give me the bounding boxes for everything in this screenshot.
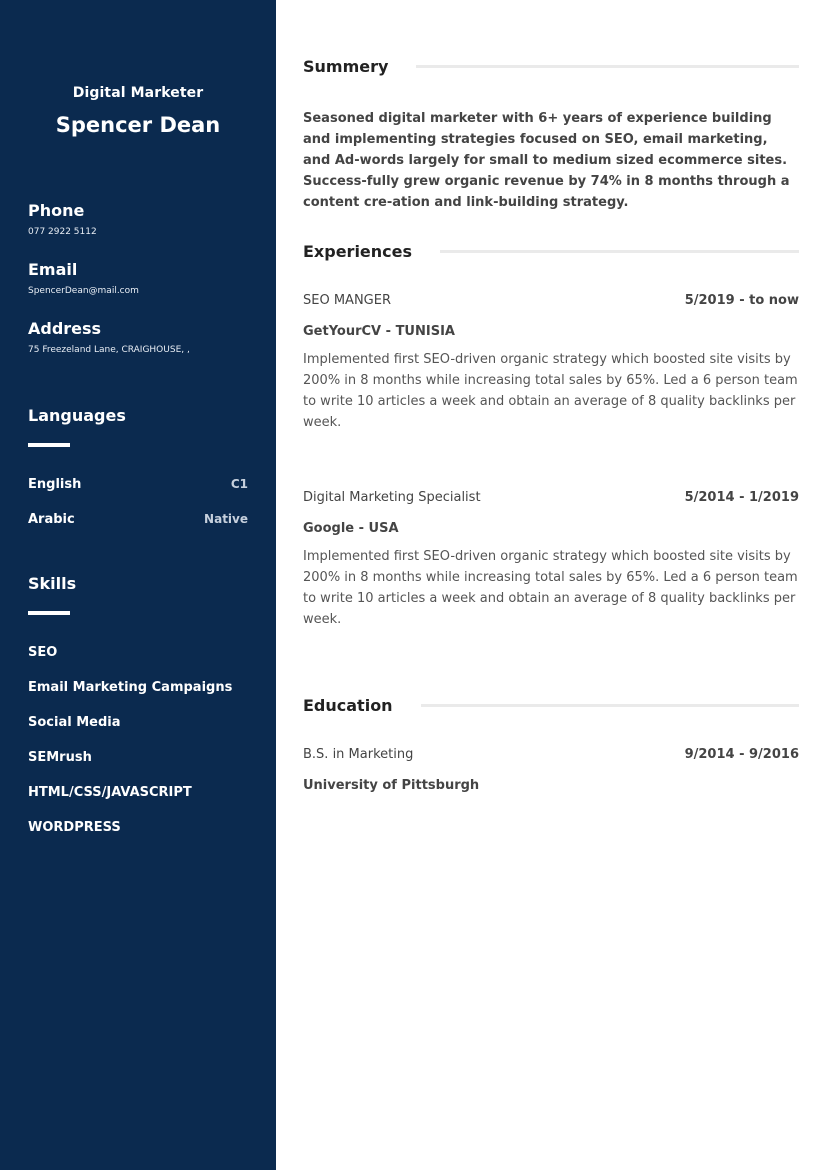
section-divider (440, 250, 799, 253)
section-divider (420, 704, 799, 707)
experiences-header: Experiences (303, 242, 799, 261)
experience-org: GetYourCV - TUNISIA (303, 324, 455, 339)
job-title: Digital Marketer (72, 85, 204, 101)
skills-list: SEO Email Marketing Campaigns Social Med… (28, 645, 232, 855)
experience-role: SEO MANGER (303, 293, 391, 308)
phone-value: 077 2922 5112 (28, 227, 97, 237)
experience-dates: 5/2019 - to now (684, 293, 799, 308)
language-level: C1 (230, 477, 248, 491)
experience-desc: Implemented first SEO-driven organic str… (303, 549, 798, 627)
summary-title: Summery (303, 57, 389, 76)
skill-item: Email Marketing Campaigns (28, 680, 233, 695)
experience-org: Google - USA (303, 521, 399, 536)
education-entry: B.S. in Marketing 9/2014 - 9/2016 Univer… (303, 747, 799, 793)
summary-text: Seasoned digital marketer with 6+ years … (303, 111, 790, 210)
skills-underline (28, 611, 70, 615)
education-title: Education (303, 696, 393, 715)
education-dates: 9/2014 - 9/2016 (684, 747, 799, 762)
skill-item: HTML/CSS/JAVASCRIPT (28, 785, 192, 800)
experience-desc: Implemented first SEO-driven organic str… (303, 352, 798, 430)
experience-dates: 5/2014 - 1/2019 (684, 490, 799, 505)
languages-underline (28, 443, 70, 447)
skill-item: SEO (28, 645, 58, 660)
skill-item: Social Media (28, 715, 121, 730)
language-item: English C1 (28, 477, 248, 492)
language-name: Arabic (28, 512, 75, 527)
address-value: 75 Freezeland Lane, CRAIGHOUSE, , (28, 345, 190, 355)
contact-phone: Phone 077 2922 5112 (28, 201, 97, 237)
language-item: Arabic Native (28, 512, 248, 527)
summary-header: Summery (303, 57, 799, 76)
education-header: Education (303, 696, 799, 715)
full-name: Spencer Dean (55, 113, 221, 137)
skills-title: Skills (28, 574, 77, 593)
experience-entry: Digital Marketing Specialist 5/2014 - 1/… (303, 490, 799, 630)
language-name: English (28, 477, 82, 492)
experiences-title: Experiences (303, 242, 413, 261)
education-school: University of Pittsburgh (303, 778, 480, 793)
languages-title: Languages (28, 406, 126, 425)
skill-item: WORDPRESS (28, 820, 121, 835)
sidebar: Digital Marketer Spencer Dean Phone 077 … (0, 0, 276, 1170)
address-label: Address (28, 319, 102, 338)
email-label: Email (28, 260, 78, 279)
email-value: SpencerDean@mail.com (28, 286, 139, 296)
experience-entry: SEO MANGER 5/2019 - to now GetYourCV - T… (303, 293, 799, 433)
contact-address: Address 75 Freezeland Lane, CRAIGHOUSE, … (28, 319, 190, 355)
phone-label: Phone (28, 201, 85, 220)
skill-item: SEMrush (28, 750, 92, 765)
contact-email: Email SpencerDean@mail.com (28, 260, 139, 296)
education-degree: B.S. in Marketing (303, 747, 414, 762)
experience-role: Digital Marketing Specialist (303, 490, 481, 505)
language-level: Native (204, 512, 248, 526)
section-divider (416, 65, 799, 68)
